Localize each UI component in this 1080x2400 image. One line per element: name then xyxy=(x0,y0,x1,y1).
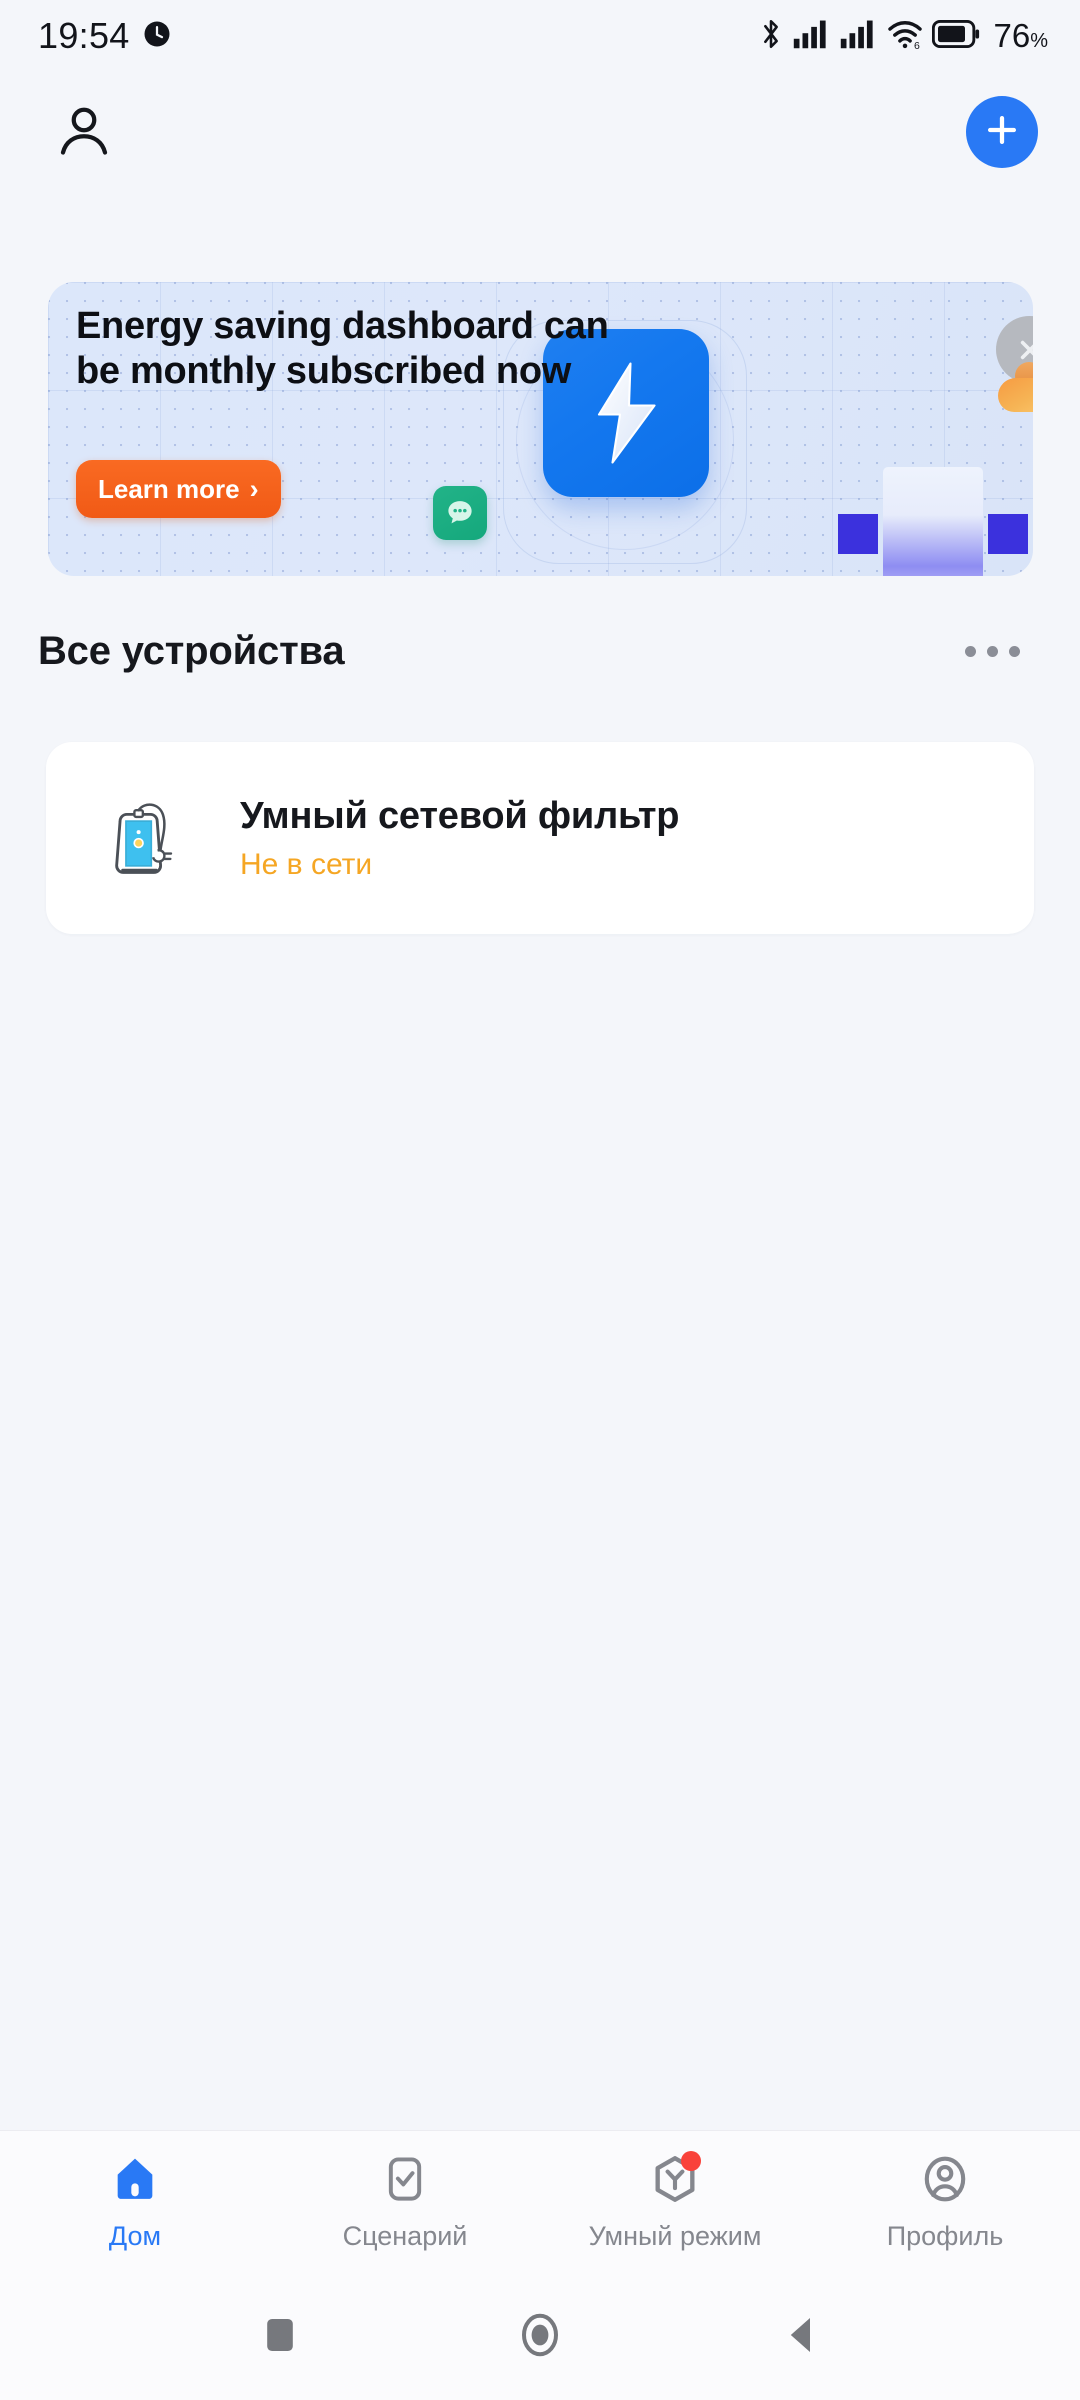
nav-label-profile: Профиль xyxy=(886,2221,1004,2251)
nav-item-profile[interactable]: Профиль xyxy=(810,2131,1080,2271)
user-avatar-icon xyxy=(54,100,114,165)
chevron-right-icon: › xyxy=(249,473,259,504)
status-badge: Не в сети xyxy=(240,847,373,881)
learn-more-button[interactable]: Learn more › xyxy=(76,460,281,518)
back-triangle-icon[interactable] xyxy=(765,2300,835,2370)
home-icon xyxy=(107,2151,163,2207)
more-horizontal-icon[interactable] xyxy=(951,632,1034,671)
devices-section-header: Все устройства xyxy=(0,616,1080,686)
recents-square-icon[interactable] xyxy=(245,2300,315,2370)
banner-art-gradient-rect xyxy=(883,467,983,576)
signal-bars-sim2-icon xyxy=(840,18,878,55)
user-avatar-button[interactable] xyxy=(48,96,120,168)
home-circle-icon[interactable] xyxy=(505,2300,575,2370)
device-name: Умный сетевой фильтр xyxy=(240,794,680,837)
page-title: Все устройства xyxy=(38,628,345,673)
person-blob-icon xyxy=(998,362,1033,412)
chat-bubble-icon xyxy=(433,486,487,540)
person-circle-icon xyxy=(917,2151,973,2207)
svg-text:6: 6 xyxy=(914,40,920,50)
nav-item-home[interactable]: Дом xyxy=(0,2131,270,2271)
hexagon-y-icon xyxy=(647,2151,703,2207)
device-meta: Умный сетевой фильтр Не в сети xyxy=(240,795,679,882)
device-card[interactable]: Умный сетевой фильтр Не в сети xyxy=(46,742,1034,934)
checkbox-square-icon xyxy=(377,2151,433,2207)
plus-icon xyxy=(983,111,1021,154)
nav-item-scenario[interactable]: Сценарий xyxy=(270,2131,540,2271)
bluetooth-icon xyxy=(758,17,784,56)
status-bar: 19:54 6 76% xyxy=(0,0,1080,72)
signal-bars-sim1-icon xyxy=(793,18,831,55)
app-top-bar xyxy=(0,72,1080,192)
alarm-clock-icon xyxy=(142,19,172,54)
nav-label-scenario: Сценарий xyxy=(342,2221,468,2251)
status-bar-right: 6 76% xyxy=(758,17,1048,56)
banner-art-indigo-square-right xyxy=(988,514,1028,554)
system-navigation-bar xyxy=(0,2270,1080,2400)
status-bar-left: 19:54 xyxy=(38,15,172,57)
banner-art-indigo-square-left xyxy=(838,514,878,554)
notification-badge xyxy=(681,2151,701,2171)
battery-icon xyxy=(932,19,980,54)
wifi-6-icon: 6 xyxy=(887,18,923,55)
nav-item-smart-mode[interactable]: Умный режим xyxy=(540,2131,810,2271)
status-bar-clock: 19:54 xyxy=(38,15,130,56)
banner-title: Energy saving dashboard can be monthly s… xyxy=(76,305,609,392)
nav-label-home: Дом xyxy=(108,2221,162,2251)
add-device-button[interactable] xyxy=(966,96,1038,168)
bottom-navigation-bar: Дом Сценарий Умный режим Профиль xyxy=(0,2130,1080,2270)
battery-percent: 76% xyxy=(993,17,1048,54)
promo-banner[interactable]: Energy saving dashboard can be monthly s… xyxy=(48,282,1033,576)
power-strip-icon xyxy=(84,780,200,896)
nav-label-smart-mode: Умный режим xyxy=(588,2221,762,2251)
learn-more-label: Learn more xyxy=(98,473,240,504)
